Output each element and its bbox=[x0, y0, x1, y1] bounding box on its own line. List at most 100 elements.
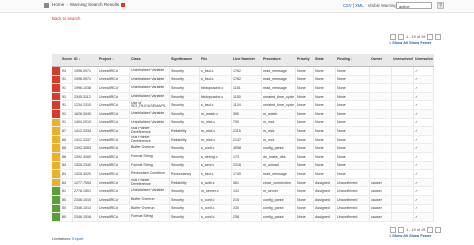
column-header[interactable]: Significance bbox=[169, 54, 200, 67]
column-header[interactable]: UnresolvedBlk ANALYSIS 2 bbox=[413, 54, 434, 67]
next-page-button[interactable] bbox=[427, 34, 434, 40]
table-cell-file[interactable]: s_bsd.c bbox=[199, 169, 232, 179]
last-page-button[interactable] bbox=[435, 34, 442, 40]
table-row[interactable]: 84 1325.2340 UnrealIRCd Format String Securi… bbox=[52, 161, 434, 171]
table-row[interactable]: 91 1626.3040 UnrealIRCd Uninitialized Varia… bbox=[52, 109, 434, 119]
export-link[interactable]: Export bbox=[72, 237, 83, 241]
table-row[interactable]: 86 1392.3060 UnrealIRCd Format String Securi… bbox=[52, 152, 434, 162]
table-cell-file[interactable]: s_auth.c bbox=[199, 178, 232, 188]
table-cell-file[interactable]: m_nick.c bbox=[199, 126, 232, 136]
column-header[interactable]: Score ↓ bbox=[60, 54, 73, 67]
severity-marker bbox=[52, 212, 61, 222]
next-page-button[interactable] bbox=[427, 227, 434, 233]
table-cell-id[interactable]: 1996.0971 bbox=[72, 66, 98, 76]
table-cell-file[interactable]: s_bsd.c bbox=[199, 75, 232, 85]
table-cell-id[interactable]: 1412.3334 bbox=[72, 126, 98, 136]
table-row[interactable]: 84 1325.3020 UnrealIRCd Redundant Condition… bbox=[52, 169, 434, 179]
table-cell-id[interactable]: 1996.1038 bbox=[72, 83, 98, 93]
table-row[interactable]: 87 1412.3334 UnrealIRCd Null Pointer Derefe… bbox=[52, 126, 434, 136]
column-header[interactable]: Procedure bbox=[261, 54, 296, 67]
visible-warnings-select[interactable]: active bbox=[396, 1, 432, 9]
table-cell-c1 bbox=[391, 152, 414, 162]
breadcrumb-separator: › bbox=[66, 2, 68, 7]
table-cell-id[interactable]: 1412.3337 bbox=[72, 135, 98, 145]
column-header[interactable]: State bbox=[313, 54, 336, 67]
table-cell-file[interactable]: s_serv.c bbox=[199, 161, 232, 171]
column-header[interactable]: Class bbox=[129, 54, 170, 67]
table-cell-file[interactable]: s_debug.c bbox=[199, 152, 232, 162]
flag-icon bbox=[121, 2, 126, 7]
column-header[interactable]: Project ↓ bbox=[97, 54, 130, 67]
table-cell-finding: None bbox=[335, 169, 370, 179]
table-cell-id[interactable]: 1996.0971 bbox=[72, 75, 98, 85]
table-cell-id[interactable]: 1234.2310 bbox=[72, 100, 98, 110]
table-row[interactable]: 91 2345.3112 UnrealIRCd Uninitialized Varia… bbox=[52, 92, 434, 102]
table-cell-owner bbox=[369, 109, 392, 119]
xml-link[interactable]: XML bbox=[355, 3, 363, 8]
severity-bar bbox=[52, 92, 59, 100]
table-cell-file[interactable]: m_watch.c bbox=[199, 109, 232, 119]
csv-link[interactable]: CSV bbox=[343, 3, 352, 8]
table-cell-id[interactable]: 1325.2340 bbox=[72, 161, 98, 171]
table-cell-file[interactable]: s_conf.c bbox=[199, 204, 232, 214]
table-cell-id[interactable]: 2346.1516 bbox=[72, 212, 98, 222]
table-row[interactable]: 81 2778.1501 UnrealIRCd Uninitialized Varia… bbox=[52, 186, 434, 196]
table-row[interactable]: 91 1234.2310 UnrealIRCd Use of SIO_FILE/USE… bbox=[52, 100, 434, 110]
home-icon[interactable] bbox=[44, 3, 49, 8]
table-row[interactable]: 94 1996.0971 UnrealIRCd Uninitialized Varia… bbox=[52, 66, 434, 76]
table-cell-file[interactable]: s_bsd.c bbox=[199, 66, 232, 76]
back-to-search-link[interactable]: Back to search bbox=[52, 16, 80, 21]
table-cell-id[interactable]: 1392.3060 bbox=[72, 152, 98, 162]
table-cell-file[interactable]: fdstopcache.c bbox=[199, 83, 232, 93]
table-cell-file[interactable]: s_conf.c bbox=[199, 195, 232, 205]
table-cell-cls: Redundant Condition bbox=[129, 169, 170, 179]
show-fewer-link[interactable]: Show Fewer bbox=[409, 234, 431, 238]
last-page-button[interactable] bbox=[435, 227, 442, 233]
table-cell-id[interactable]: 2345.3112 bbox=[72, 92, 98, 102]
table-cell-file[interactable]: m_nick.c bbox=[199, 135, 232, 145]
table-cell-id[interactable]: 1404.2010 bbox=[72, 118, 98, 128]
table-cell-file[interactable]: m_server.c bbox=[199, 186, 232, 196]
column-header[interactable]: Owner bbox=[369, 54, 392, 67]
table-row[interactable]: 80 2346.1514 UnrealIRCd Buffer Overrun Secur… bbox=[52, 204, 434, 214]
table-cell-id[interactable]: 1325.3020 bbox=[72, 169, 98, 179]
show-all-link[interactable]: Show All bbox=[392, 234, 408, 238]
prev-page-button[interactable] bbox=[398, 34, 404, 40]
first-page-button[interactable] bbox=[390, 34, 396, 40]
table-row[interactable]: 91 1404.2010 UnrealIRCd Uninitialized Varia… bbox=[52, 118, 434, 128]
table-cell-file[interactable]: s_conf.c bbox=[199, 212, 232, 222]
table-row[interactable]: 86 1412.3337 UnrealIRCd Null Pointer Derefe… bbox=[52, 135, 434, 145]
table-cell-score: 91 bbox=[60, 92, 73, 102]
table-cell-id[interactable]: 1626.3040 bbox=[72, 109, 98, 119]
show-fewer-link[interactable]: Show Fewer bbox=[409, 41, 431, 45]
table-cell-id[interactable]: 1277.7554 bbox=[72, 178, 98, 188]
table-cell-pri: None bbox=[295, 109, 314, 119]
table-cell-id[interactable]: 2346.1514 bbox=[72, 204, 98, 214]
column-header[interactable]: Line Number bbox=[231, 54, 262, 67]
table-row[interactable]: 86 1392.3063 UnrealIRCd Buffer Overrun Secur… bbox=[52, 143, 434, 153]
table-cell-id[interactable]: 2346.1510 bbox=[72, 195, 98, 205]
table-cell-cls: Buffer Overrun bbox=[129, 195, 170, 205]
breadcrumb-home[interactable]: Home bbox=[52, 2, 64, 7]
column-header[interactable]: Finding ↓ bbox=[335, 54, 370, 67]
column-header[interactable]: Priority bbox=[295, 54, 314, 67]
table-cell-id[interactable]: 2778.1501 bbox=[72, 186, 98, 196]
help-icon[interactable]: ? bbox=[437, 2, 444, 9]
show-all-link[interactable]: Show All bbox=[392, 41, 408, 45]
table-cell-file[interactable]: s_bsd.c bbox=[199, 100, 232, 110]
table-row[interactable]: 80 2346.1516 UnrealIRCd Format String Securi… bbox=[52, 212, 434, 222]
prev-page-button[interactable] bbox=[398, 227, 404, 233]
first-page-button[interactable] bbox=[390, 227, 396, 233]
table-cell-file[interactable]: m_nick.c bbox=[199, 118, 232, 128]
table-row[interactable]: 80 2346.1510 UnrealIRCd Buffer Overrun Secur… bbox=[52, 195, 434, 205]
table-cell-file[interactable]: s_conf.c bbox=[199, 143, 232, 153]
table-row[interactable]: 84 1277.7554 UnrealIRCd Null Pointer Derefe… bbox=[52, 178, 434, 188]
table-row[interactable]: 91 1996.0971 UnrealIRCd Uninitialized Varia… bbox=[52, 75, 434, 85]
column-header[interactable]: ID ↓ bbox=[72, 54, 98, 67]
table-cell-file[interactable]: fdstopcache.c bbox=[199, 92, 232, 102]
column-header[interactable]: UnresolvedBlk ANALYSIS 1 bbox=[391, 54, 414, 67]
table-cell-proc: m_unload bbox=[261, 161, 296, 171]
table-cell-id[interactable]: 1392.3063 bbox=[72, 143, 98, 153]
column-header[interactable]: File bbox=[199, 54, 232, 67]
table-row[interactable]: 91 1996.1038 UnrealIRCd Uninitialized Varia… bbox=[52, 83, 434, 93]
